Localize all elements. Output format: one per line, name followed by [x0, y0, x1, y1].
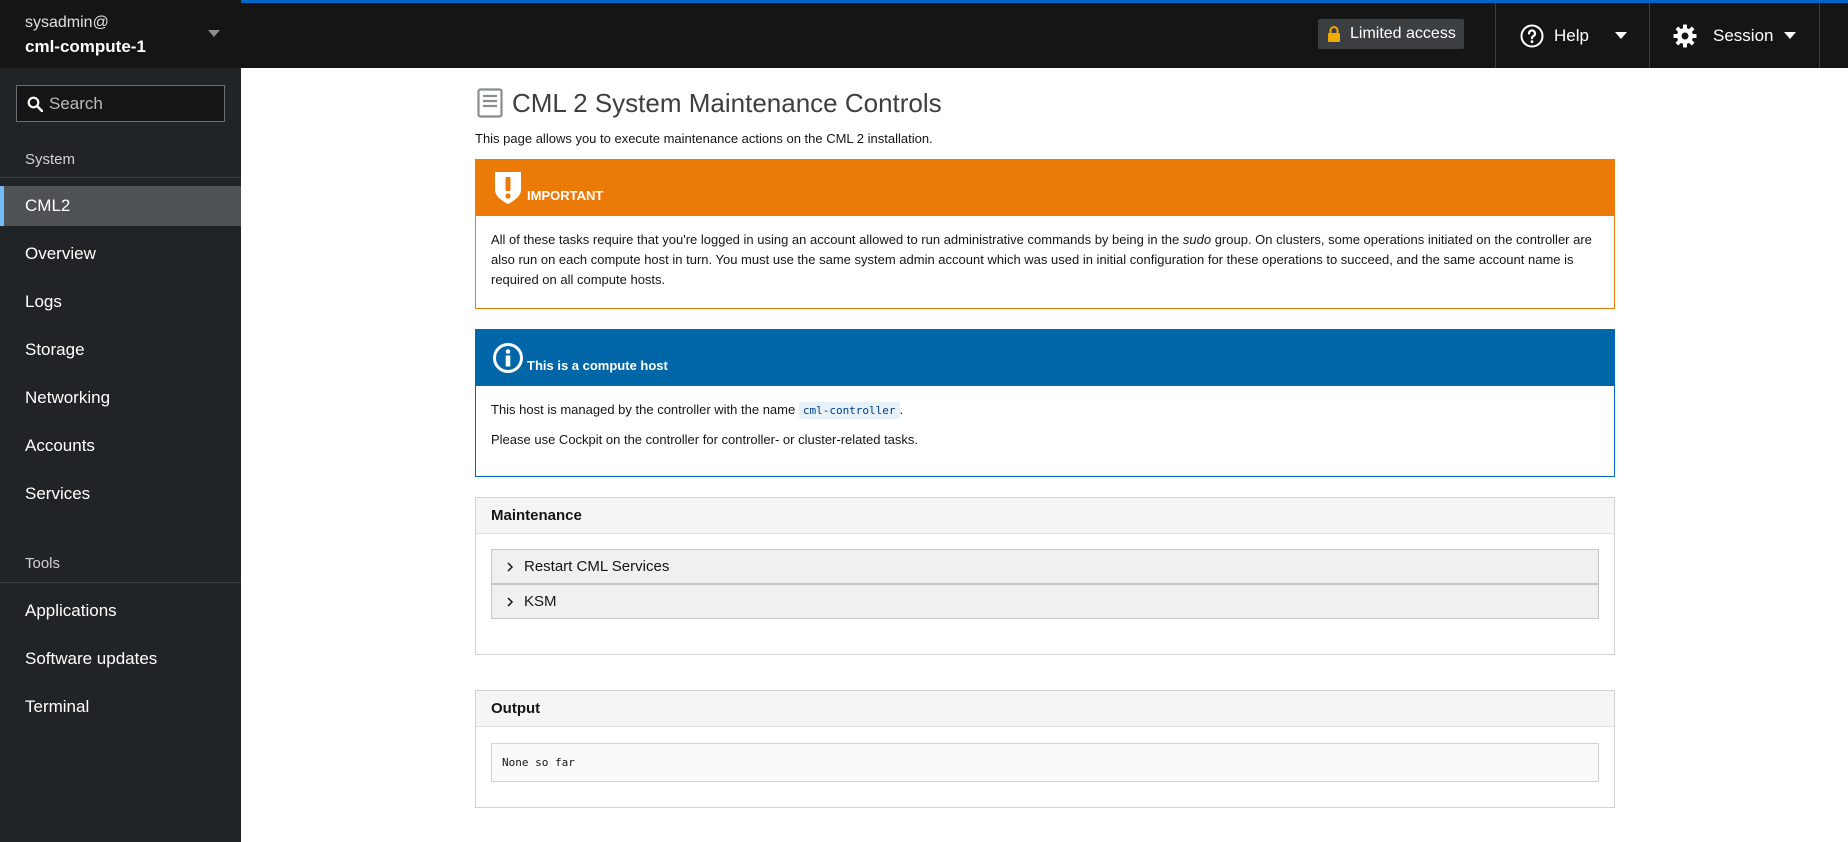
page-description: This page allows you to execute maintena… [475, 131, 933, 146]
card-title: Maintenance [476, 498, 1614, 534]
sidebar: sysadmin@ cml-compute-1 System CML2 Over… [0, 0, 241, 842]
controller-name: cml-controller [798, 402, 900, 419]
divider [0, 177, 241, 178]
sidebar-item-storage[interactable]: Storage [0, 330, 241, 370]
host-switcher[interactable]: sysadmin@ cml-compute-1 [0, 0, 241, 68]
help-icon [1520, 24, 1544, 48]
alert-text: All of these tasks require that you're l… [491, 232, 1183, 247]
caret-down-icon [1784, 32, 1796, 39]
alert-title: IMPORTANT [527, 188, 604, 203]
sidebar-item-networking[interactable]: Networking [0, 378, 241, 418]
session-label: Session [1713, 26, 1774, 45]
alert-header: IMPORTANT [476, 160, 1614, 216]
accordion-restart-cml-services[interactable]: Restart CML Services [491, 549, 1599, 584]
output-card: Output None so far [475, 690, 1615, 808]
limited-access-label: Limited access [1350, 25, 1456, 42]
accordion-ksm[interactable]: KSM [491, 584, 1599, 619]
host-user: sysadmin@ [25, 14, 109, 31]
chevron-right-icon [507, 597, 514, 607]
host-name: cml-compute-1 [25, 37, 146, 56]
gear-icon [1673, 24, 1697, 48]
limited-access-button[interactable]: Limited access [1318, 19, 1464, 49]
caret-down-icon [208, 30, 220, 37]
accordion-label: Restart CML Services [524, 558, 670, 575]
card-title: Output [476, 691, 1614, 727]
important-alert: IMPORTANT All of these tasks require tha… [475, 159, 1615, 309]
lock-icon [1328, 26, 1340, 42]
help-menu[interactable]: Help [1495, 3, 1649, 68]
sidebar-item-services[interactable]: Services [0, 474, 241, 514]
top-bar: Limited access Help Session [241, 0, 1848, 68]
session-menu[interactable]: Session [1649, 3, 1819, 68]
sidebar-item-cml2[interactable]: CML2 [0, 186, 241, 226]
accordion-label: KSM [524, 593, 557, 610]
alert-line: Please use Cockpit on the controller for… [491, 432, 919, 447]
search-icon [27, 96, 43, 112]
alert-line: This host is managed by the controller w… [491, 400, 1599, 421]
output-text: None so far [491, 743, 1599, 782]
sidebar-section-tools: Tools [25, 555, 61, 572]
divider [1819, 3, 1820, 68]
caret-down-icon [1615, 32, 1627, 39]
main-content: CML 2 System Maintenance Controls This p… [241, 68, 1848, 842]
chevron-right-icon [507, 562, 514, 572]
maintenance-card: Maintenance Restart CML Services KSM [475, 497, 1615, 655]
sidebar-item-logs[interactable]: Logs [0, 282, 241, 322]
search-input[interactable] [49, 86, 219, 121]
search-box [16, 85, 225, 122]
sidebar-item-software-updates[interactable]: Software updates [0, 639, 241, 679]
sidebar-item-applications[interactable]: Applications [0, 591, 241, 631]
alert-body: All of these tasks require that you're l… [476, 216, 1614, 304]
alert-text-emphasis: sudo [1182, 232, 1212, 247]
help-label: Help [1554, 26, 1589, 45]
page-title: CML 2 System Maintenance Controls [512, 88, 942, 118]
alert-text: . [899, 402, 904, 417]
info-icon [493, 343, 523, 373]
sidebar-item-accounts[interactable]: Accounts [0, 426, 241, 466]
compute-host-alert: This is a compute host This host is mana… [475, 329, 1615, 477]
sidebar-item-terminal[interactable]: Terminal [0, 687, 241, 727]
sidebar-section-system: System [25, 151, 76, 168]
document-icon [477, 88, 503, 118]
sidebar-item-overview[interactable]: Overview [0, 234, 241, 274]
alert-body: This host is managed by the controller w… [476, 386, 1614, 473]
alert-title: This is a compute host [527, 358, 668, 373]
alert-header: This is a compute host [476, 330, 1614, 386]
alert-text: This host is managed by the controller w… [491, 402, 799, 417]
divider [0, 582, 241, 583]
exclamation-shield-icon [495, 172, 521, 204]
